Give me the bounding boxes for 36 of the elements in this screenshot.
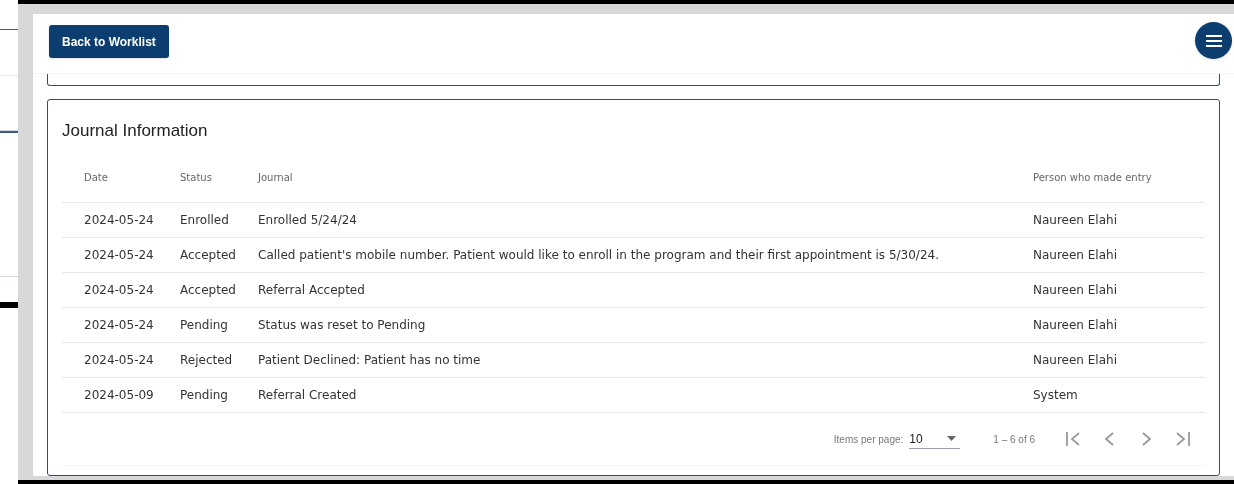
column-header: Journal [258,172,293,183]
table-cell: Status was reset to Pending [258,318,426,332]
table-cell: 2024-05-24 [84,213,154,227]
table-cell: Pending [180,388,228,402]
table-cell: Enrolled [180,213,229,227]
table-cell: Patient Declined: Patient has no time [258,353,481,367]
column-header: Date [84,172,108,183]
table-cell: Pending [180,318,228,332]
table-cell: 2024-05-09 [84,388,154,402]
table-cell: Accepted [180,283,236,297]
table-cell: Naureen Elahi [1033,213,1117,227]
column-header: Status [180,172,212,183]
table-cell: Accepted [180,248,236,262]
back-button[interactable]: Back to Worklist [49,25,169,58]
table-cell: Naureen Elahi [1033,318,1117,332]
table-cell: Naureen Elahi [1033,283,1117,297]
menu-icon [1205,34,1222,47]
table-cell: 2024-05-24 [84,283,154,297]
table-cell: 2024-05-24 [84,248,154,262]
column-header: Person who made entry [1033,172,1152,183]
table-cell: System [1033,388,1078,402]
table-cell: Naureen Elahi [1033,248,1117,262]
dropdown-caret-icon [947,436,957,441]
items-per-page-label: Items per page: [833,432,904,447]
table-cell: Called patient's mobile number. Patient would like to enroll in the program and their first appointment is 5/30/24. [258,248,939,262]
table-cell: 2024-05-24 [84,318,154,332]
menu-button[interactable] [1195,22,1232,59]
table-cell: Rejected [180,353,233,367]
page-range: 1 – 6 of 6 [993,432,1035,447]
table-cell: Referral Accepted [258,283,365,297]
table-cell: Referral Created [258,388,357,402]
table-cell: Enrolled 5/24/24 [258,213,357,227]
page-size-select[interactable]: 10 [909,429,961,449]
table-cell: Naureen Elahi [1033,353,1117,367]
card-title: Journal Information [62,120,208,142]
table-cell: 2024-05-24 [84,353,154,367]
